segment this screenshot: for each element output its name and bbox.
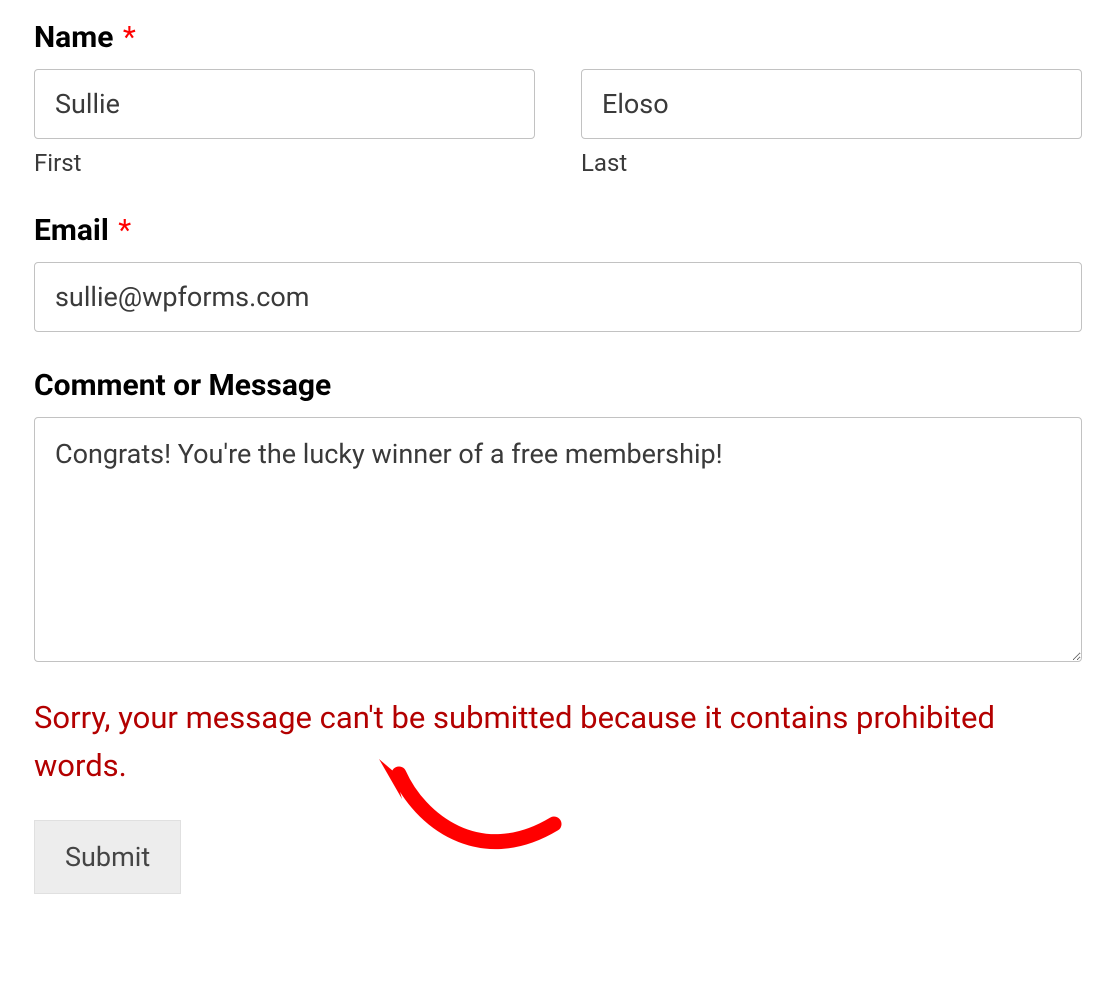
first-name-column: First [34,69,535,177]
name-field-group: Name * First Last [34,20,1082,177]
first-name-input[interactable] [34,69,535,139]
name-row: First Last [34,69,1082,177]
name-label-text: Name [34,20,113,55]
email-label: Email * [34,213,1082,248]
last-name-sublabel: Last [581,149,1082,177]
name-label: Name * [34,20,1082,55]
email-label-text: Email [34,213,109,248]
first-name-sublabel: First [34,149,535,177]
last-name-input[interactable] [581,69,1082,139]
error-message-text: Sorry, your message can't be submitted b… [34,699,995,784]
arrow-annotation-icon [369,749,569,889]
last-name-column: Last [581,69,1082,177]
email-field-group: Email * [34,213,1082,332]
comment-field-group: Comment or Message [34,368,1082,666]
comment-label-text: Comment or Message [34,368,331,403]
comment-textarea[interactable] [34,417,1082,662]
submit-button[interactable]: Submit [34,820,181,894]
required-marker: * [118,213,131,248]
contact-form: Name * First Last Email * Comment or Mes… [34,20,1082,894]
error-message-container: Sorry, your message can't be submitted b… [34,694,1082,790]
comment-label: Comment or Message [34,368,1082,403]
email-input[interactable] [34,262,1082,332]
required-marker: * [123,20,136,55]
